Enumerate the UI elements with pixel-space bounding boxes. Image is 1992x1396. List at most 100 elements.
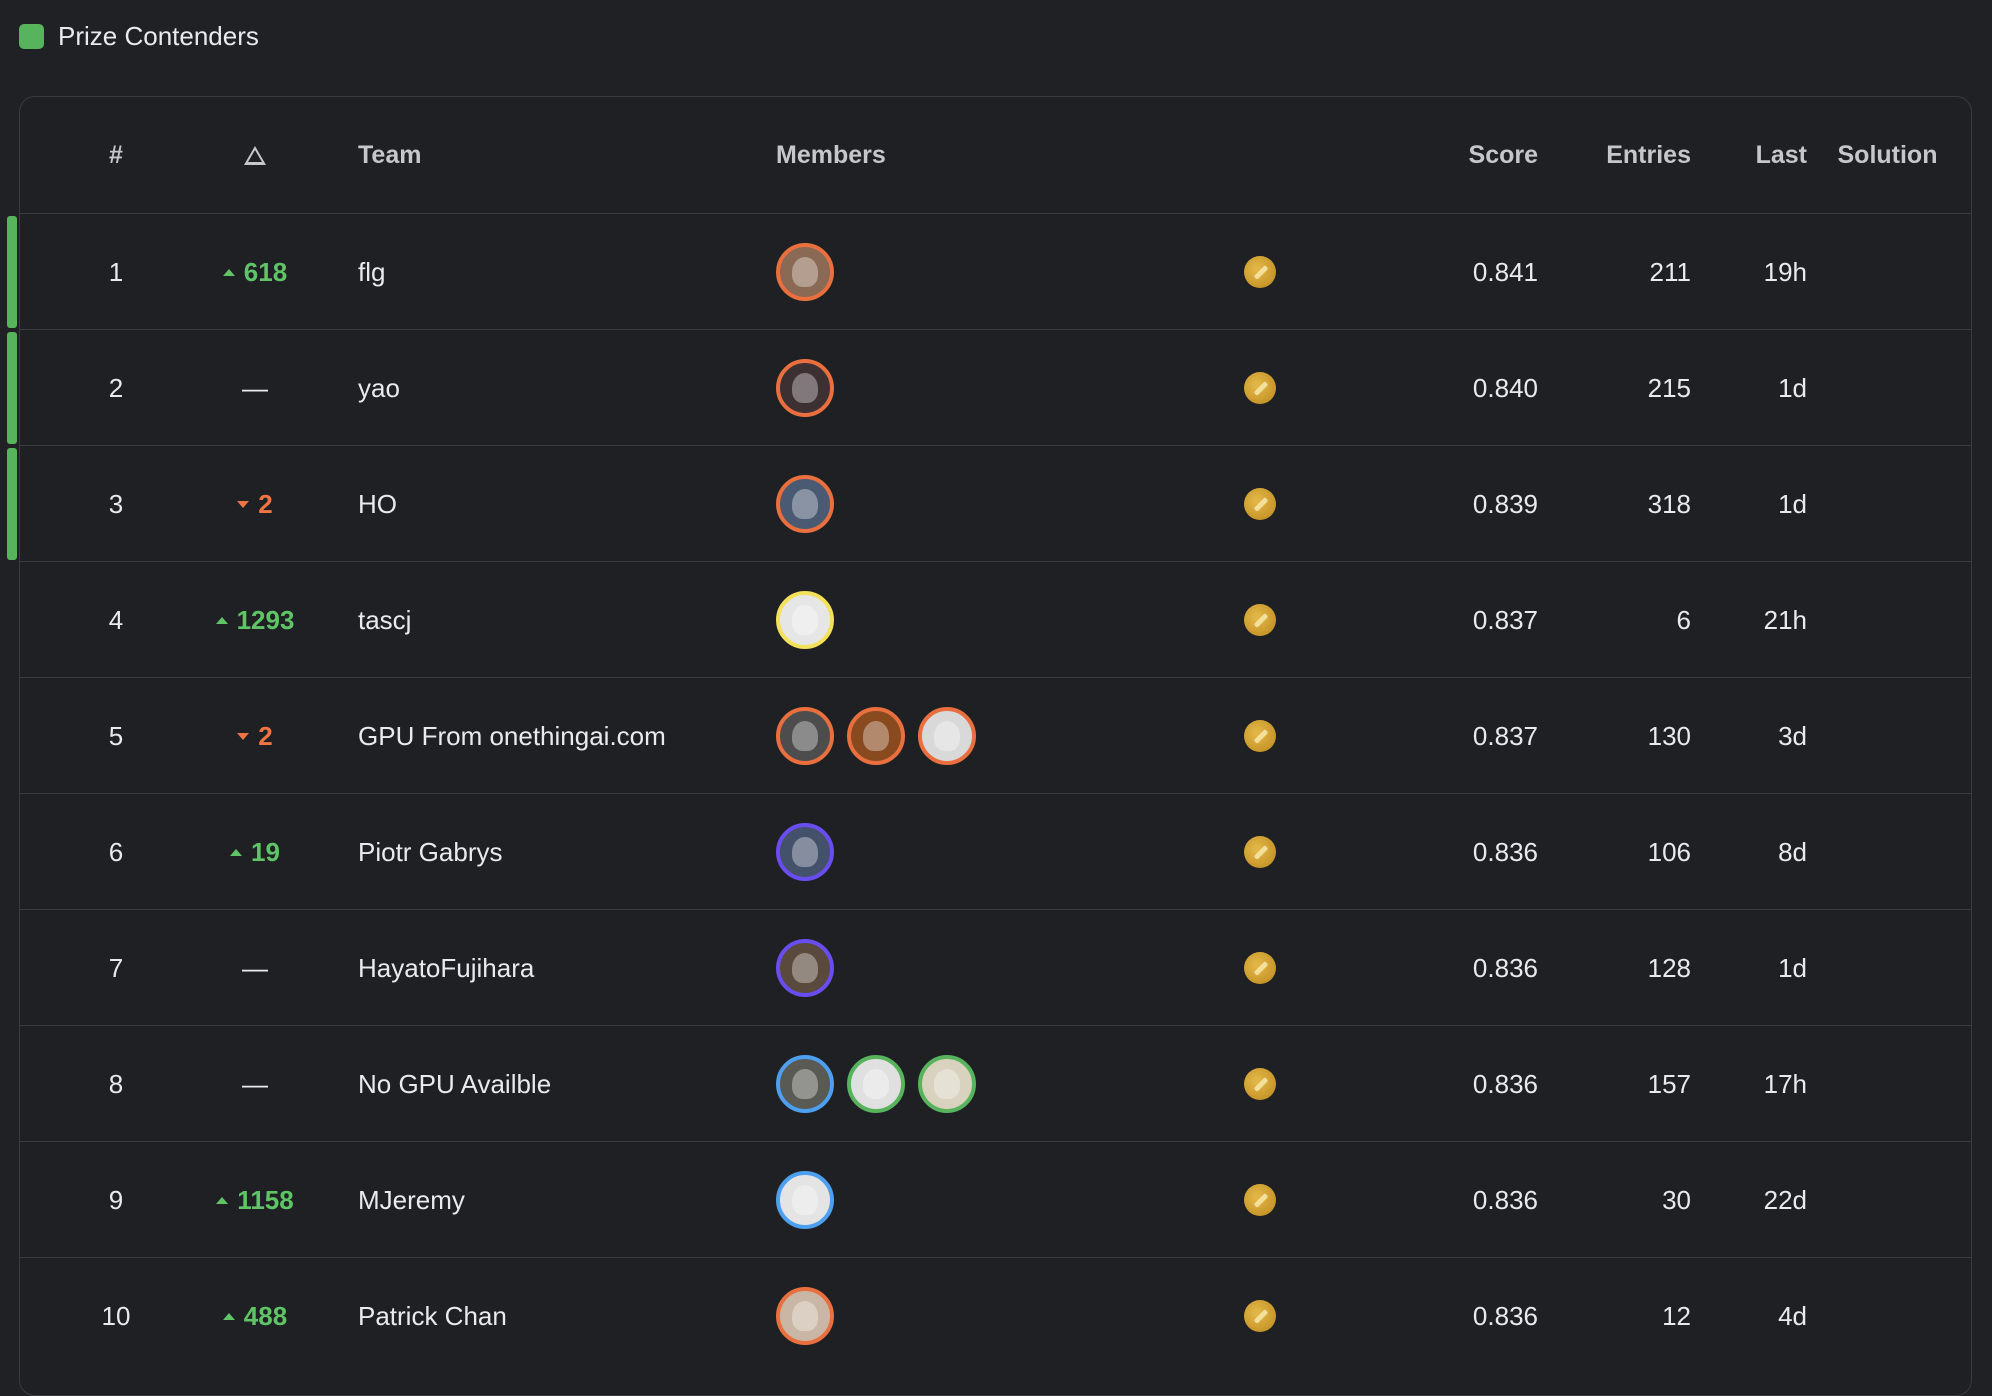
rank-change-value: 1158 — [237, 1184, 294, 1215]
member-avatar[interactable] — [918, 707, 976, 765]
gold-medal-icon — [1244, 604, 1276, 636]
team-name[interactable]: flg — [358, 214, 778, 330]
gold-medal-icon — [1244, 1184, 1276, 1216]
team-name[interactable]: tascj — [358, 562, 778, 678]
table-row[interactable]: 3 2 HO 0.839 318 1d — [7, 445, 1971, 562]
last-submission-cell: 1d — [1778, 488, 1807, 519]
arrow-up-icon — [216, 1196, 229, 1204]
team-name[interactable]: MJeremy — [358, 1142, 778, 1258]
rank-cell: 8 — [108, 1068, 124, 1099]
member-avatar[interactable] — [776, 823, 834, 881]
member-avatar[interactable] — [776, 1055, 834, 1113]
entries-cell: 215 — [1647, 372, 1691, 403]
header-delta[interactable] — [190, 97, 320, 213]
medal-cell — [1230, 214, 1290, 330]
rank-change: — — [190, 910, 320, 1026]
medal-cell — [1230, 1142, 1290, 1258]
solution-cell — [1820, 214, 1955, 330]
rank-change: 2 — [190, 446, 320, 562]
members-cell — [776, 330, 1176, 446]
header-team[interactable]: Team — [358, 97, 778, 213]
score-cell: 0.836 — [1472, 1300, 1538, 1331]
member-avatar[interactable] — [776, 707, 834, 765]
rank-cell: 6 — [108, 836, 124, 867]
header-entries[interactable]: Entries — [1560, 97, 1691, 213]
gold-medal-icon — [1244, 952, 1276, 984]
score-cell: 0.836 — [1472, 836, 1538, 867]
rank-change: 2 — [190, 678, 320, 794]
arrow-down-icon — [237, 732, 250, 740]
team-name[interactable]: HO — [358, 446, 778, 562]
header-rank[interactable]: # — [60, 97, 172, 213]
prize-contender-bar — [7, 216, 17, 328]
rank-change: 618 — [190, 214, 320, 330]
solution-cell — [1820, 446, 1955, 562]
table-row[interactable]: 4 1293 tascj 0.837 6 21h — [20, 561, 1971, 678]
gold-medal-icon — [1244, 372, 1276, 404]
table-row[interactable]: 10 488 Patrick Chan 0.836 12 4d — [20, 1257, 1971, 1374]
member-avatar[interactable] — [776, 591, 834, 649]
entries-cell: 30 — [1662, 1184, 1691, 1215]
team-name[interactable]: GPU From onethingai.com — [358, 678, 778, 794]
team-name[interactable]: No GPU Availble — [358, 1026, 778, 1142]
table-row[interactable]: 1 618 flg 0.841 211 19h — [7, 213, 1971, 330]
rank-change-value: 1293 — [236, 604, 295, 635]
member-avatar[interactable] — [776, 475, 834, 533]
solution-cell — [1820, 1142, 1955, 1258]
last-submission-cell: 19h — [1763, 256, 1807, 287]
table-row[interactable]: 2 — yao 0.840 215 1d — [7, 329, 1971, 446]
table-row[interactable]: 6 19 Piotr Gabrys 0.836 106 8d — [20, 793, 1971, 910]
medal-cell — [1230, 330, 1290, 446]
team-name[interactable]: HayatoFujihara — [358, 910, 778, 1026]
members-cell — [776, 1026, 1176, 1142]
last-submission-cell: 8d — [1778, 836, 1807, 867]
team-name[interactable]: yao — [358, 330, 778, 446]
table-row[interactable]: 9 1158 MJeremy 0.836 30 22d — [20, 1141, 1971, 1258]
last-submission-cell: 21h — [1763, 604, 1807, 635]
team-name[interactable]: Patrick Chan — [358, 1258, 778, 1374]
table-row[interactable]: 8 — No GPU Availble 0.836 157 17h — [20, 1025, 1971, 1142]
table-row[interactable]: 7 — HayatoFujihara 0.836 128 1d — [20, 909, 1971, 1026]
member-avatar[interactable] — [776, 1171, 834, 1229]
prize-contenders-legend: Prize Contenders — [19, 19, 259, 53]
medal-cell — [1230, 1026, 1290, 1142]
team-name[interactable]: Piotr Gabrys — [358, 794, 778, 910]
rank-change: 488 — [190, 1258, 320, 1374]
entries-cell: 211 — [1649, 256, 1691, 287]
member-avatar[interactable] — [847, 707, 905, 765]
member-avatar[interactable] — [776, 1287, 834, 1345]
score-cell: 0.836 — [1472, 1184, 1538, 1215]
score-cell: 0.836 — [1472, 952, 1538, 983]
entries-cell: 106 — [1647, 836, 1691, 867]
rank-change: 1158 — [190, 1142, 320, 1258]
gold-medal-icon — [1244, 256, 1276, 288]
member-avatar[interactable] — [776, 939, 834, 997]
member-avatar[interactable] — [918, 1055, 976, 1113]
members-cell — [776, 910, 1176, 1026]
header-score[interactable]: Score — [1390, 97, 1538, 213]
prize-contender-bar — [7, 448, 17, 560]
rank-change-value: — — [242, 1068, 268, 1099]
last-submission-cell: 4d — [1778, 1300, 1807, 1331]
score-cell: 0.841 — [1472, 256, 1538, 287]
arrow-up-icon — [222, 1312, 235, 1320]
member-avatar[interactable] — [847, 1055, 905, 1113]
solution-cell — [1820, 330, 1955, 446]
arrow-up-icon — [230, 848, 243, 856]
rank-cell: 9 — [108, 1184, 124, 1215]
rank-cell: 1 — [108, 256, 124, 287]
table-row[interactable]: 5 2 GPU From onethingai.com 0.837 130 3d — [20, 677, 1971, 794]
arrow-down-icon — [237, 500, 250, 508]
entries-cell: 157 — [1647, 1068, 1691, 1099]
solution-cell — [1820, 678, 1955, 794]
gold-medal-icon — [1244, 1068, 1276, 1100]
gold-medal-icon — [1244, 1300, 1276, 1332]
header-last[interactable]: Last — [1710, 97, 1807, 213]
members-cell — [776, 678, 1176, 794]
rank-change-value: 618 — [243, 256, 288, 287]
member-avatar[interactable] — [776, 359, 834, 417]
member-avatar[interactable] — [776, 243, 834, 301]
rank-change-value: 488 — [243, 1300, 288, 1331]
medal-cell — [1230, 910, 1290, 1026]
medal-cell — [1230, 794, 1290, 910]
